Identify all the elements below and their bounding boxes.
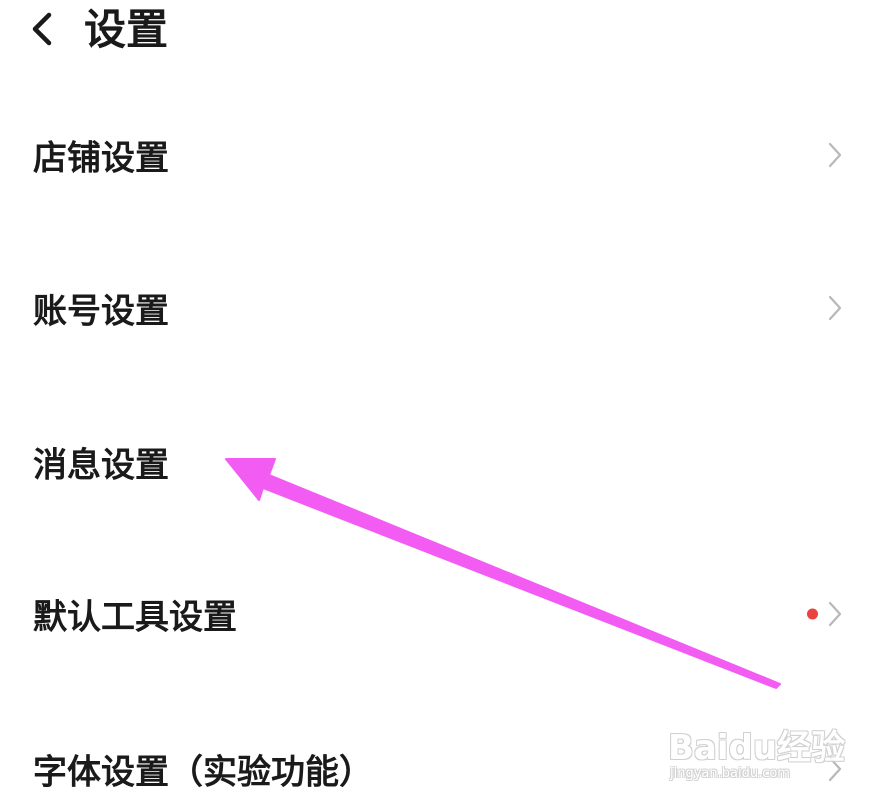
- settings-item-label: 消息设置: [33, 445, 169, 486]
- settings-item-store[interactable]: 店铺设置: [0, 100, 869, 210]
- settings-item-default-tools[interactable]: 默认工具设置: [0, 559, 869, 669]
- chevron-right-icon: [828, 601, 842, 627]
- settings-page: 设置 店铺设置 账号设置 消息设置 默认工具设置 字体设置（实验功能） Baid…: [0, 0, 869, 805]
- notification-dot-badge: [807, 608, 818, 620]
- back-button[interactable]: [22, 8, 62, 50]
- settings-item-label: 店铺设置: [33, 138, 169, 179]
- settings-item-label: 默认工具设置: [33, 597, 237, 638]
- chevron-left-icon: [32, 12, 52, 46]
- chevron-right-icon: [828, 756, 842, 782]
- settings-item-label: 字体设置（实验功能）: [33, 752, 373, 793]
- chevron-right-icon: [828, 295, 842, 321]
- header-bar: 设置: [0, 0, 869, 62]
- settings-item-font[interactable]: 字体设置（实验功能）: [0, 714, 869, 805]
- page-title: 设置: [84, 5, 169, 54]
- settings-item-message[interactable]: 消息设置: [0, 407, 869, 517]
- settings-item-account[interactable]: 账号设置: [0, 253, 869, 363]
- settings-item-label: 账号设置: [33, 291, 169, 332]
- chevron-right-icon: [828, 142, 842, 168]
